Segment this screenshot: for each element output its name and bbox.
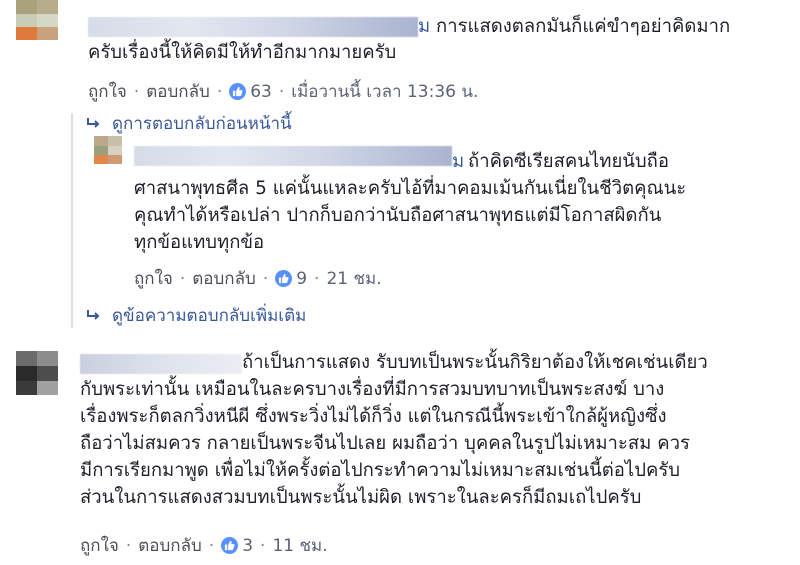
reaction-count[interactable]: 63 bbox=[250, 82, 272, 102]
reply-button[interactable]: ตอบกลับ bbox=[192, 265, 256, 292]
separator-dot: · bbox=[278, 81, 285, 102]
comment-text-line: กับพระเท่านั้น เหมือนในละครบางเรื่องที่ม… bbox=[80, 379, 665, 400]
avatar[interactable] bbox=[16, 0, 58, 40]
separator-dot: · bbox=[262, 268, 269, 289]
like-button[interactable]: ถูกใจ bbox=[80, 532, 119, 559]
separator-dot: · bbox=[216, 81, 223, 102]
comment-text-line: ส่วนในการแสดงสวมบทเป็นพระนั้นไม่ผิด เพรา… bbox=[80, 487, 642, 508]
previous-replies-label[interactable]: ดูการตอบกลับก่อนหน้านี้ bbox=[112, 110, 292, 137]
comment-actions: ถูกใจ · ตอบกลับ · 9 · 21 ชม. bbox=[134, 265, 382, 292]
more-replies-link[interactable]: ดูข้อความตอบกลับเพิ่มเติม bbox=[86, 302, 306, 329]
comment-actions: ถูกใจ · ตอบกลับ · 3 · 11 ชม. bbox=[80, 532, 328, 559]
comment-actions: ถูกใจ · ตอบกลับ · 63 · เมื่อวานนี้ เวลา … bbox=[88, 78, 478, 105]
commenter-name-redacted[interactable] bbox=[80, 354, 242, 374]
like-button[interactable]: ถูกใจ bbox=[134, 265, 173, 292]
more-replies-label[interactable]: ดูข้อความตอบกลับเพิ่มเติม bbox=[112, 302, 306, 329]
separator-dot: · bbox=[314, 268, 320, 289]
commenter-name-tail[interactable]: ม bbox=[418, 14, 430, 39]
comment-text-line: มีการเรียกมาพูด เพื่อไม่ให้ครั้งต่อไปกระ… bbox=[80, 460, 680, 481]
separator-dot: · bbox=[260, 535, 266, 556]
thumbs-up-icon[interactable] bbox=[221, 537, 239, 554]
comment-text-line: ถ้าเป็นการแสดง รับบทเป็นพระนั้นกิริยาต้อ… bbox=[242, 352, 708, 373]
reply-arrow-icon bbox=[86, 306, 100, 326]
separator-dot: · bbox=[125, 535, 132, 556]
like-button[interactable]: ถูกใจ bbox=[88, 78, 127, 105]
thumbs-up-icon[interactable] bbox=[229, 83, 247, 100]
separator-dot: · bbox=[133, 81, 140, 102]
avatar[interactable] bbox=[16, 351, 58, 395]
comment-timestamp[interactable]: 11 ชม. bbox=[272, 532, 327, 559]
reply-button[interactable]: ตอบกลับ bbox=[138, 532, 202, 559]
comment-text-line: ถ้าคิดซีเรียสคนไทยนับถือ bbox=[468, 151, 669, 172]
comment-timestamp[interactable]: เมื่อวานนี้ เวลา 13:36 น. bbox=[291, 78, 478, 105]
commenter-name-tail[interactable]: ม bbox=[452, 149, 464, 174]
commenter-name-redacted[interactable] bbox=[88, 17, 418, 37]
thumbs-up-icon[interactable] bbox=[275, 270, 293, 287]
comment-text-line: ถือว่าไม่สมควร กลายเป็นพระจีนไปเลย ผมถือ… bbox=[80, 433, 690, 454]
comment-text-line: ทุกข้อแทบทุกข้อ bbox=[134, 232, 265, 253]
reaction-count[interactable]: 3 bbox=[242, 536, 253, 556]
comment-text-line: ศาสนาพุทธศีล 5 แค่นั้นแหละครับไอ้ที่มาคอ… bbox=[134, 178, 687, 199]
comment-text-line: เรื่องพระก็ตลกวิ่งหนีผี ซึ่งพระวิ่งไม่ได… bbox=[80, 406, 667, 427]
comment-timestamp[interactable]: 21 ชม. bbox=[326, 265, 381, 292]
separator-dot: · bbox=[208, 535, 215, 556]
previous-replies-link[interactable]: ดูการตอบกลับก่อนหน้านี้ bbox=[86, 110, 292, 137]
comment-text-line: คุณทำได้หรือเปล่า ปากก็บอกว่านับถือศาสนา… bbox=[134, 205, 662, 226]
thread-line bbox=[71, 113, 73, 328]
commenter-name-redacted[interactable] bbox=[134, 146, 452, 166]
reaction-count[interactable]: 9 bbox=[296, 269, 307, 289]
separator-dot: · bbox=[179, 268, 186, 289]
reply-button[interactable]: ตอบกลับ bbox=[146, 78, 210, 105]
avatar[interactable] bbox=[94, 136, 122, 164]
reply-arrow-icon bbox=[86, 114, 100, 134]
comment-text-line: ครับเรื่องนี้ให้คิดมีให้ทำอีกมากมายครับ bbox=[88, 42, 397, 63]
comment-text-line: การแสดงตลกมันก็แค่ขำๆอย่าคิดมาก bbox=[436, 16, 731, 37]
